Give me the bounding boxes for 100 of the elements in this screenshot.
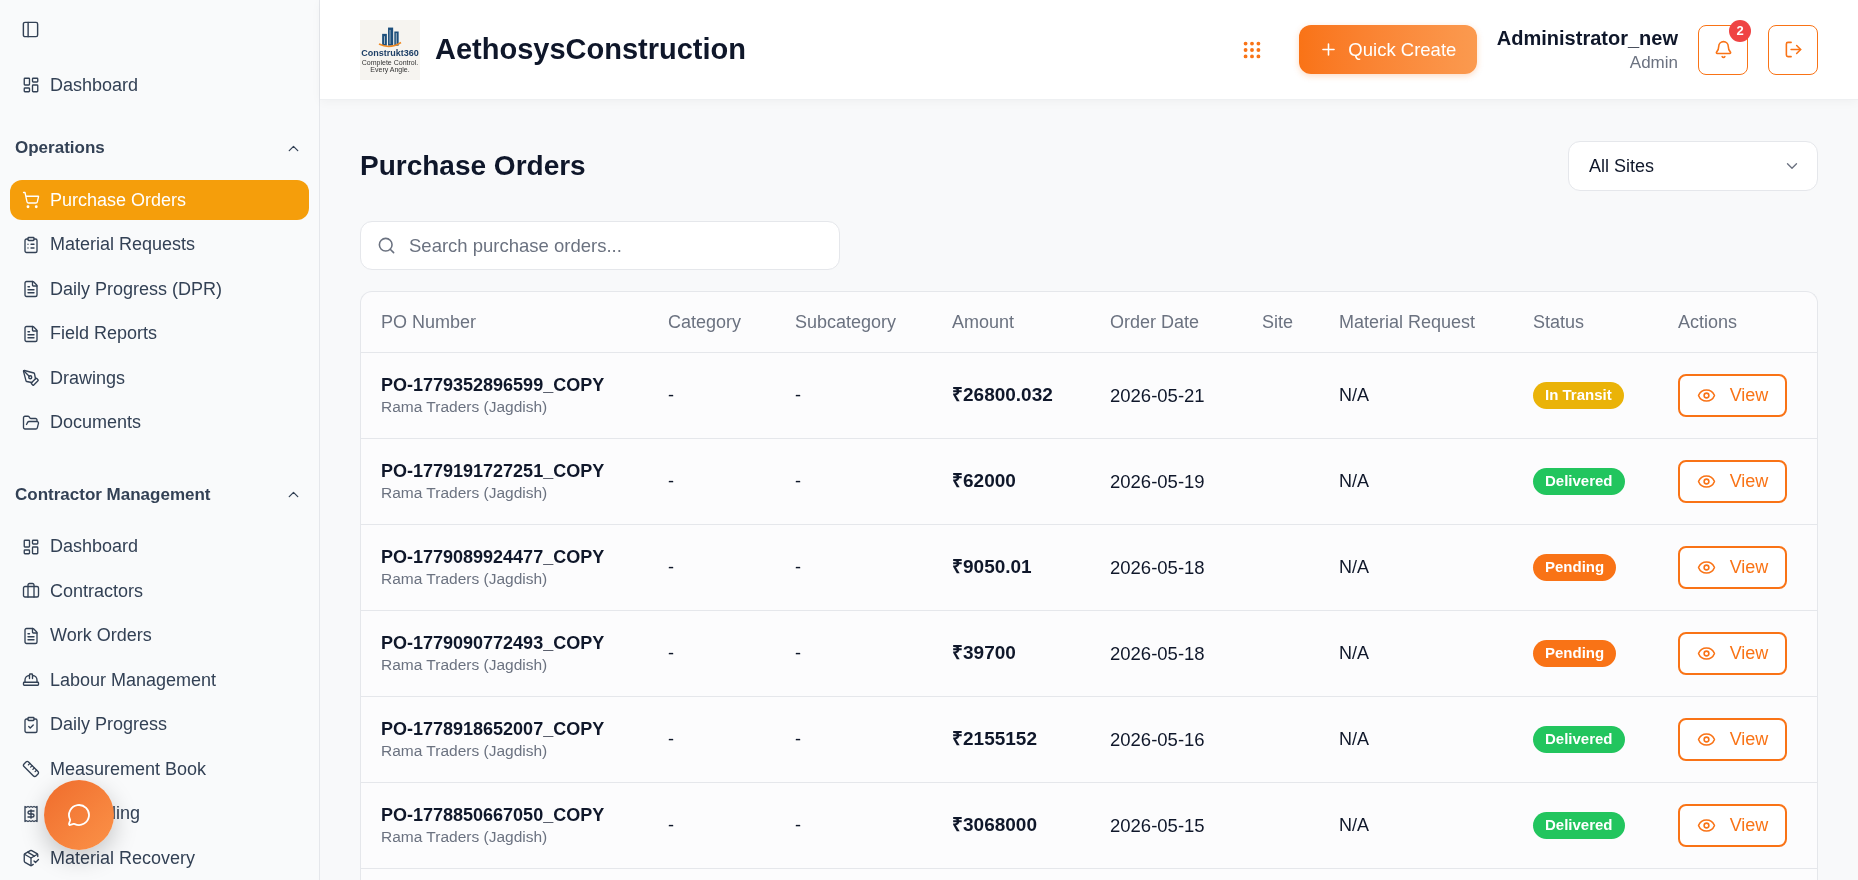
eye-icon — [1696, 644, 1716, 663]
dashboard-icon — [22, 76, 40, 94]
column-header: Site — [1262, 311, 1294, 332]
category-value: - — [668, 385, 674, 405]
chat-bubble-icon — [67, 803, 91, 827]
sidebar-item[interactable]: Field Reports — [10, 313, 309, 354]
ruler-icon — [22, 760, 40, 778]
user-role: Admin — [1629, 51, 1678, 74]
status-badge: Pending — [1533, 554, 1617, 581]
order-date: 2026-05-21 — [1110, 384, 1205, 406]
section-header[interactable]: Operations — [10, 136, 309, 160]
column-header: Material Request — [1339, 311, 1476, 332]
sidebar-item[interactable]: Material Requests — [10, 224, 309, 265]
order-date: 2026-05-18 — [1110, 556, 1205, 578]
amount-value: ₹39700 — [952, 642, 1016, 664]
sidebar-item[interactable]: Contractors — [10, 571, 309, 611]
order-date: 2026-05-18 — [1110, 642, 1205, 664]
order-date: 2026-05-15 — [1110, 814, 1205, 836]
eye-icon — [1696, 730, 1716, 749]
eye-icon — [1696, 472, 1716, 491]
status-badge: Pending — [1533, 640, 1617, 667]
subcategory-value: - — [795, 815, 801, 835]
pen-nib-icon — [22, 369, 40, 387]
status-badge: Delivered — [1533, 468, 1625, 495]
subcategory-value: - — [795, 729, 801, 749]
briefcase-icon — [22, 582, 40, 600]
po-number: PO-1778850667050_COPY — [381, 804, 605, 827]
dashboard-icon — [22, 537, 40, 556]
cart-icon — [22, 191, 40, 209]
column-header: Order Date — [1110, 311, 1200, 332]
clipboard-list-icon — [22, 235, 40, 254]
building-towers-icon — [378, 26, 402, 48]
logo-name: Construkt360 — [361, 49, 419, 58]
category-value: - — [668, 729, 674, 749]
sidebar-item[interactable]: Dashboard — [10, 65, 309, 105]
site-select[interactable]: All Sites — [1568, 141, 1818, 191]
page-title: Purchase Orders — [360, 149, 586, 183]
supplier-name: Rama Traders (Jagdish) — [381, 483, 548, 503]
supplier-name: Rama Traders (Jagdish) — [381, 397, 548, 417]
logout-button[interactable] — [1768, 24, 1818, 75]
material-request-value: N/A — [1339, 385, 1369, 405]
column-header: Subcategory — [795, 311, 897, 332]
column-header: Amount — [952, 311, 1015, 332]
sidebar-item[interactable]: Material Recovery — [10, 838, 309, 878]
hard-hat-icon — [22, 671, 40, 689]
material-request-value: N/A — [1339, 471, 1369, 491]
status-badge: Delivered — [1533, 726, 1625, 753]
amount-value: ₹3068000 — [952, 814, 1037, 836]
bell-icon — [1713, 40, 1733, 59]
subcategory-value: - — [795, 557, 801, 577]
notification-badge: 2 — [1729, 19, 1751, 42]
material-request-value: N/A — [1339, 815, 1369, 835]
sidebar-item[interactable]: Dashboard — [10, 526, 309, 567]
amount-value: ₹26800.032 — [952, 384, 1053, 406]
po-number: PO-1779191727251_COPY — [381, 460, 605, 483]
sidebar-item[interactable]: ling — [10, 793, 309, 834]
supplier-name: Rama Traders (Jagdish) — [381, 655, 548, 675]
category-value: - — [668, 815, 674, 835]
category-value: - — [668, 643, 674, 663]
section-header[interactable]: Contractor Management — [10, 482, 309, 507]
clipboard-check-icon — [22, 715, 40, 734]
sidebar-item[interactable]: Documents — [10, 402, 309, 443]
sidebar-item[interactable]: Daily Progress (DPR) — [10, 269, 309, 309]
user-name: Administrator_new — [1496, 25, 1678, 51]
order-date: 2026-05-16 — [1110, 728, 1205, 750]
column-header: PO Number — [381, 311, 477, 332]
supplier-name: Rama Traders (Jagdish) — [381, 569, 548, 589]
po-number: PO-1779089924477_COPY — [381, 546, 605, 569]
package-check-icon — [22, 849, 40, 867]
po-number: PO-1779352896599_COPY — [381, 374, 605, 397]
order-date: 2026-05-19 — [1110, 470, 1205, 492]
folder-icon — [22, 413, 40, 432]
app-title: AethosysConstruction — [435, 31, 746, 67]
subcategory-value: - — [795, 385, 801, 405]
po-number: PO-1778918652007_COPY — [381, 718, 605, 741]
material-request-value: N/A — [1339, 557, 1369, 577]
document-icon — [22, 280, 40, 298]
panel-left-icon — [20, 19, 40, 39]
column-header: Actions — [1678, 311, 1738, 332]
status-badge: Delivered — [1533, 812, 1625, 839]
column-header: Status — [1533, 311, 1585, 332]
category-value: - — [668, 471, 674, 491]
column-header: Category — [668, 311, 742, 332]
sidebar-item[interactable]: Drawings — [10, 358, 309, 398]
supplier-name: Rama Traders (Jagdish) — [381, 827, 548, 847]
sidebar-item[interactable]: Measurement Book — [10, 749, 309, 789]
po-number: PO-1779090772493_COPY — [381, 632, 605, 655]
eye-icon — [1696, 386, 1716, 405]
sidebar-item[interactable]: Daily Progress — [10, 704, 309, 745]
material-request-value: N/A — [1339, 643, 1369, 663]
status-badge: In Transit — [1533, 382, 1624, 409]
material-request-value: N/A — [1339, 729, 1369, 749]
subcategory-value: - — [795, 643, 801, 663]
search-field[interactable]: Search purchase orders... — [360, 221, 840, 270]
document-icon — [22, 626, 40, 645]
sidebar-item[interactable]: Work Orders — [10, 615, 309, 656]
eye-icon — [1696, 816, 1716, 835]
sidebar-item[interactable]: Labour Management — [10, 660, 309, 700]
category-value: - — [668, 557, 674, 577]
subcategory-value: - — [795, 471, 801, 491]
